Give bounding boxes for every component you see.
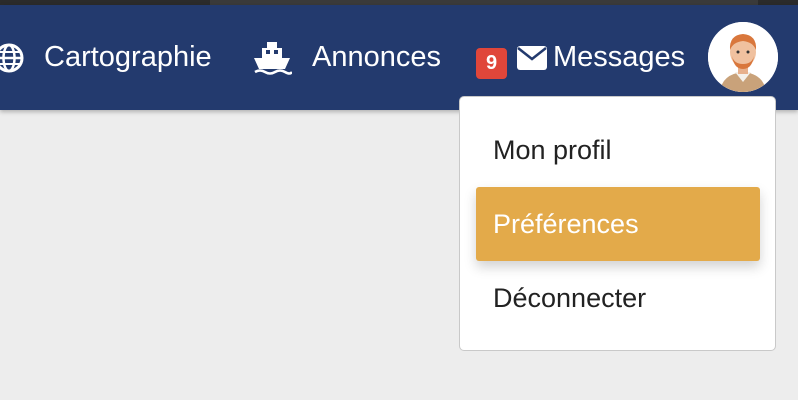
user-dropdown-menu: Mon profil Préférences Déconnecter [459, 96, 776, 351]
nav-messages[interactable]: 9 Messages [476, 5, 685, 110]
ship-icon [252, 41, 292, 75]
nav-messages-label: Messages [553, 41, 686, 73]
messages-count-badge: 9 [476, 48, 507, 79]
envelope-icon [516, 45, 548, 70]
menu-item-mon-profil[interactable]: Mon profil [476, 113, 760, 187]
menu-item-preferences[interactable]: Préférences [476, 187, 760, 261]
nav-annonces-label: Annonces [312, 41, 441, 73]
globe-icon [0, 43, 24, 73]
nav-cartographie-label: Cartographie [44, 41, 212, 73]
nav-cartographie[interactable]: Cartographie [0, 5, 212, 110]
user-avatar-icon[interactable] [708, 22, 778, 92]
top-navbar: Cartographie Annonces 9 Messages [0, 5, 798, 110]
menu-item-deconnecter[interactable]: Déconnecter [476, 261, 760, 335]
nav-annonces[interactable]: Annonces [252, 5, 441, 110]
